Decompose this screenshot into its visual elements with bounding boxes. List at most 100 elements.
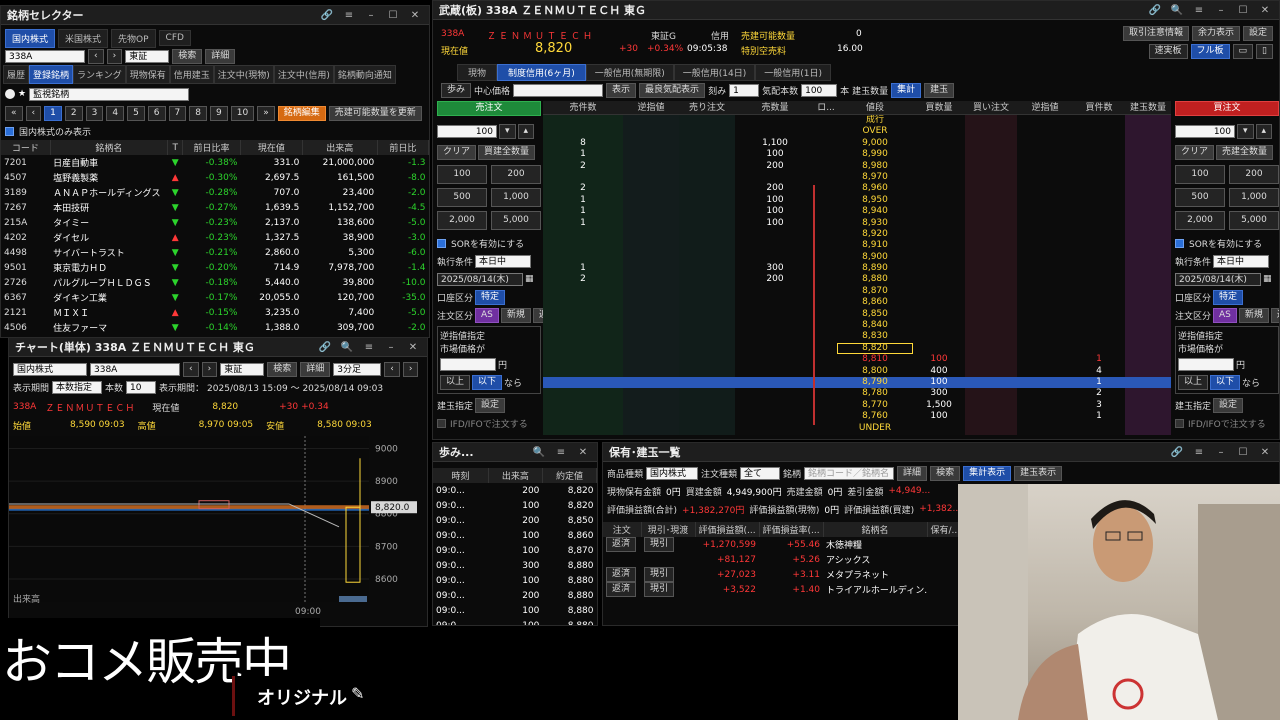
menu-icon[interactable]: ≡	[361, 342, 377, 353]
col-header[interactable]: 出来高	[302, 140, 378, 155]
buy-close-button[interactable]: 返済	[1270, 307, 1279, 323]
period-mode-select[interactable]: 本数指定	[52, 380, 103, 394]
layout-icon[interactable]: ▭	[1232, 44, 1254, 59]
delivery-button[interactable]: 現引	[644, 537, 675, 552]
link-icon[interactable]: 🔗	[1147, 5, 1163, 16]
close-icon[interactable]: ✕	[405, 342, 421, 353]
prev-page-icon[interactable]: ‹	[25, 105, 42, 121]
sell-sor-checkbox[interactable]	[437, 238, 446, 248]
buy-qty-up-icon[interactable]: ▴	[1255, 123, 1273, 139]
menu-icon[interactable]: ≡	[341, 10, 357, 21]
menu-icon[interactable]: ≡	[553, 447, 569, 458]
close-position-button[interactable]: 返済	[606, 567, 637, 582]
tab-general-1d[interactable]: 一般信用(1日)	[755, 63, 832, 81]
page-2-button[interactable]: 2	[64, 105, 83, 121]
table-row[interactable]: 7267 本田技研 ▼ -0.27% 1,639.5 1,152,700 -4.5	[1, 200, 429, 215]
sum-button[interactable]: 集計	[891, 82, 922, 98]
layout2-icon[interactable]: ▯	[1256, 44, 1273, 59]
subtab-alert[interactable]: 銘柄動向通知	[333, 64, 396, 84]
subtab-order-spot[interactable]: 注文中(現物)	[213, 64, 274, 84]
table-row[interactable]: 4498 サイバートラスト ▼ -0.21% 2,860.0 5,300 -6.0	[1, 245, 429, 260]
subtab-margin[interactable]: 信用建玉	[169, 64, 214, 84]
sell-title-button[interactable]: 売注文	[437, 101, 541, 116]
order-book-row[interactable]: 1 100 8,940	[543, 206, 1171, 217]
order-book-row[interactable]: UNDER	[543, 423, 1171, 434]
minimize-icon[interactable]: –	[1213, 447, 1229, 458]
subtab-history[interactable]: 履歴	[3, 64, 30, 84]
table-row[interactable]: 返済 現引 +27,023 +3.11 メタプラネット	[603, 567, 963, 582]
buy-above-button[interactable]: 以上	[1178, 374, 1209, 390]
order-book-row[interactable]: 2 200 8,980	[543, 161, 1171, 172]
table-row[interactable]: 2121 ＭＩＸＩ ▲ -0.15% 3,235.0 7,400 -5.0	[1, 305, 429, 320]
table-row[interactable]: +81,127 +5.26 アシックス	[603, 552, 963, 567]
close-icon[interactable]: ✕	[575, 447, 591, 458]
count-input[interactable]: 10	[126, 380, 157, 394]
maximize-icon[interactable]: ☐	[1235, 447, 1251, 458]
buy-set-button[interactable]: 設定	[1213, 397, 1244, 413]
sell-amount-button[interactable]: 2,000	[437, 211, 487, 230]
chart-search-button[interactable]: 検索	[267, 361, 298, 377]
order-book-row[interactable]: 8 1,100 9,000	[543, 138, 1171, 149]
page-8-button[interactable]: 8	[189, 105, 207, 121]
price-chart[interactable]: 900089008800870086008,820.009:00出来高	[9, 436, 427, 616]
order-book-row[interactable]: 2 200 8,880	[543, 274, 1171, 285]
order-book-row[interactable]: 成行	[543, 115, 1171, 126]
chart-market-type[interactable]: 国内株式	[13, 362, 87, 376]
sell-trigger-input[interactable]	[440, 357, 496, 371]
order-book-row[interactable]: 8,910	[543, 240, 1171, 251]
detail-button[interactable]: 詳細	[205, 48, 236, 64]
subtab-order-margin[interactable]: 注文中(信用)	[273, 64, 334, 84]
next-icon[interactable]: ›	[106, 48, 123, 64]
page-3-button[interactable]: 3	[85, 105, 104, 121]
best-quote-button[interactable]: 最良気配表示	[639, 82, 706, 98]
star-icon[interactable]: ★	[18, 89, 26, 99]
sell-as-button[interactable]: AS	[475, 307, 499, 323]
subtab-registered[interactable]: 登録銘柄	[29, 64, 74, 84]
table-row[interactable]: 09:0... 100 8,860	[433, 528, 597, 543]
table-row[interactable]: 215A タイミー ▼ -0.23% 2,137.0 138,600 -5.0	[1, 215, 429, 230]
table-row[interactable]: 4202 ダイセル ▲ -0.23% 1,327.5 38,900 -3.0	[1, 230, 429, 245]
table-row[interactable]: 4507 塩野義製薬 ▲ -0.30% 2,697.5 161,500 -8.0	[1, 170, 429, 185]
tab-futures[interactable]: 先物OP	[111, 28, 156, 48]
refresh-short-qty-button[interactable]: 売建可能数量を更新	[328, 105, 422, 121]
table-row[interactable]: 09:0... 300 8,880	[433, 558, 597, 573]
buy-qty-input[interactable]: 100	[1175, 124, 1235, 138]
sum-view-button[interactable]: 集計表示	[963, 465, 1012, 481]
order-book-row[interactable]: 8,920	[543, 229, 1171, 240]
col-header[interactable]: 銘柄名	[50, 140, 169, 155]
link-icon[interactable]: 🔗	[1169, 447, 1185, 458]
sell-all-qty-button[interactable]: 買建全数量	[478, 144, 536, 160]
table-row[interactable]: 09:0... 200 8,820	[433, 483, 597, 498]
col-header[interactable]: 前日比	[377, 140, 429, 155]
col-header[interactable]: 約定値	[542, 468, 597, 483]
table-row[interactable]: 返済 現引 +1,270,599 +55.46 木徳神糧	[603, 537, 963, 552]
sell-amount-button[interactable]: 5,000	[491, 211, 541, 230]
table-row[interactable]: 09:0... 100 8,880	[433, 603, 597, 618]
col-header[interactable]: 注文	[603, 522, 642, 537]
selector-titlebar[interactable]: 銘柄セレクター 🔗 ≡ – ☐ ✕	[1, 6, 429, 25]
group-select[interactable]: 監視銘柄	[29, 87, 190, 101]
prev-icon[interactable]: ‹	[88, 48, 104, 64]
sell-qty-up-icon[interactable]: ▴	[517, 123, 535, 139]
close-position-button[interactable]: 返済	[606, 537, 637, 552]
page-10-button[interactable]: 10	[230, 105, 255, 121]
maximize-icon[interactable]: ☐	[1235, 5, 1251, 16]
buy-sor-checkbox[interactable]	[1175, 238, 1184, 248]
order-book-row[interactable]: 8,780 300 2	[543, 388, 1171, 399]
buy-amount-button[interactable]: 200	[1229, 165, 1279, 184]
holdings-search-button[interactable]: 検索	[930, 465, 961, 481]
edit-stocks-button[interactable]: 銘柄編集	[277, 105, 326, 121]
table-row[interactable]: 09:0... 100 8,870	[433, 543, 597, 558]
table-row[interactable]: 09:0... 200 8,880	[433, 588, 597, 603]
quick-board-button[interactable]: 速実板	[1148, 44, 1188, 59]
search-icon[interactable]: 🔍	[531, 447, 547, 458]
maximize-icon[interactable]: ☐	[385, 10, 401, 21]
domestic-only-checkbox[interactable]	[5, 126, 14, 136]
order-book-row[interactable]: 8,810 100 1	[543, 354, 1171, 365]
order-book-row[interactable]: 1 100 8,990	[543, 149, 1171, 160]
minimize-icon[interactable]: –	[383, 342, 399, 353]
link-icon[interactable]: 🔗	[317, 342, 333, 353]
buy-all-qty-button[interactable]: 売建全数量	[1216, 144, 1274, 160]
ayumi-button[interactable]: 歩み	[441, 82, 472, 98]
sell-above-button[interactable]: 以上	[440, 374, 471, 390]
